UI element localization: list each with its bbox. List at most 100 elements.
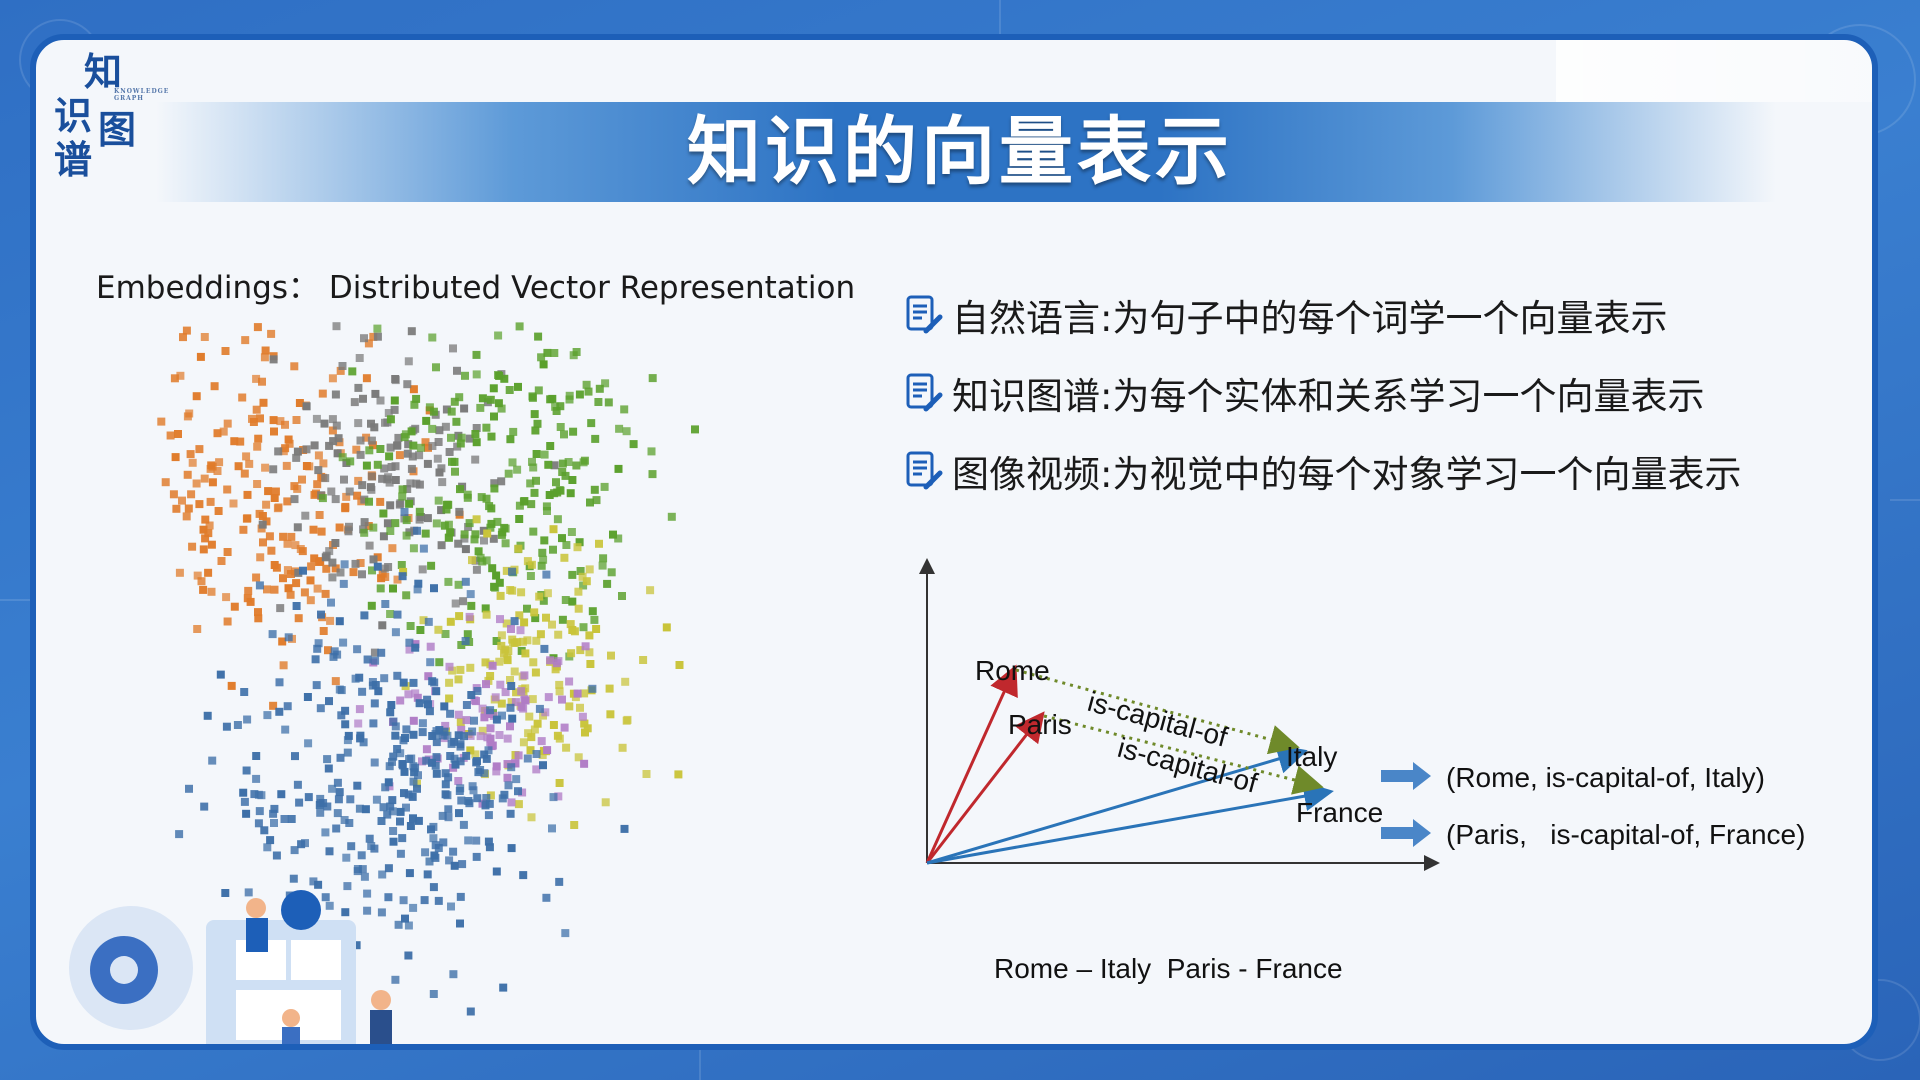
scatter-point (430, 584, 438, 593)
scatter-point (588, 607, 597, 616)
scatter-point (253, 323, 262, 332)
scatter-point (460, 530, 469, 539)
scatter-point (317, 527, 326, 536)
scatter-point (229, 499, 238, 508)
scatter-point (185, 784, 193, 793)
scatter-point (256, 553, 265, 562)
scatter-point (404, 690, 413, 699)
scatter-point (328, 415, 337, 424)
scatter-point (240, 469, 249, 478)
scatter-point (648, 470, 657, 479)
scatter-point (450, 457, 459, 466)
scatter-point (507, 625, 515, 633)
scatter-point (307, 562, 316, 571)
scatter-point (353, 781, 362, 790)
scatter-point (428, 424, 437, 433)
scatter-point (283, 566, 292, 575)
scatter-point (456, 892, 465, 901)
scatter-point (508, 567, 516, 576)
scatter-point (445, 694, 454, 703)
scatter-point (444, 520, 453, 529)
scatter-point (269, 809, 278, 818)
scatter-point (504, 781, 513, 790)
scatter-point (429, 822, 438, 831)
scatter-point (337, 711, 346, 720)
scatter-point (445, 856, 454, 865)
scatter-point (578, 572, 587, 581)
scatter-point (376, 584, 385, 593)
scatter-point (497, 477, 506, 486)
scatter-point (528, 695, 537, 704)
scatter-point (270, 427, 278, 436)
scatter-point (284, 633, 293, 642)
scatter-point (598, 561, 607, 570)
scatter-point (402, 531, 411, 540)
scatter-point (223, 485, 232, 494)
scatter-point (452, 417, 461, 426)
scatter-point (395, 451, 404, 460)
scatter-point (486, 724, 495, 733)
scatter-point (442, 500, 451, 509)
scatter-point (409, 777, 418, 786)
scatter-point (543, 507, 551, 515)
scatter-point (497, 530, 506, 539)
scatter-point (534, 386, 543, 395)
scatter-point (203, 711, 212, 720)
scatter-point (396, 696, 405, 705)
scatter-point (389, 837, 398, 846)
scatter-point (379, 509, 388, 518)
scatter-point (405, 638, 414, 647)
scatter-point (386, 527, 395, 535)
scatter-point (520, 695, 529, 704)
scatter-point (409, 716, 418, 725)
scatter-point (588, 684, 597, 693)
scatter-point (444, 773, 453, 782)
scatter-point (430, 851, 439, 860)
scatter-point (207, 587, 216, 596)
scatter-point (328, 374, 337, 383)
scatter-point (217, 557, 226, 565)
embeddings-heading: Embeddings： Distributed Vector Represent… (96, 270, 856, 306)
scatter-point (561, 596, 570, 604)
scatter-point (461, 577, 470, 586)
scatter-point (439, 838, 448, 847)
scatter-point (335, 617, 344, 626)
logo-subtitle: KNOWLEDGE GRAPH (114, 88, 170, 102)
scatter-point (370, 423, 379, 432)
scatter-point (424, 700, 432, 709)
scatter-point (294, 614, 303, 623)
scatter-point (565, 677, 574, 686)
scatter-point (267, 546, 276, 555)
scatter-point (472, 370, 481, 379)
scatter-point (524, 729, 533, 738)
scatter-point (255, 807, 264, 816)
bullet-image-video: 图像视频:为视觉中的每个对象学习一个向量表示 (904, 444, 1741, 498)
scatter-point (425, 707, 434, 716)
scatter-point (302, 402, 311, 411)
scatter-point (446, 528, 455, 537)
scatter-point (328, 573, 337, 582)
scatter-point (412, 479, 421, 488)
scatter-point (528, 393, 537, 402)
scatter-point (432, 363, 440, 372)
scatter-point (516, 626, 525, 635)
scatter-point (446, 709, 455, 718)
scatter-point (316, 799, 325, 808)
scatter-point (494, 331, 503, 340)
scatter-point (568, 570, 577, 579)
scatter-point (517, 687, 526, 696)
scatter-point (462, 701, 471, 709)
scatter-point (333, 778, 342, 787)
scatter-point (415, 507, 424, 516)
scatter-point (662, 623, 671, 632)
scatter-point (192, 479, 201, 488)
scatter-point (534, 332, 543, 341)
scatter-point (416, 443, 425, 452)
scatter-point (451, 599, 460, 608)
scatter-point (196, 352, 205, 361)
scatter-point (615, 424, 624, 433)
scatter-point (523, 754, 532, 763)
scatter-point (407, 327, 416, 336)
scatter-point (421, 529, 430, 538)
label-italy: Italy (1286, 741, 1337, 772)
